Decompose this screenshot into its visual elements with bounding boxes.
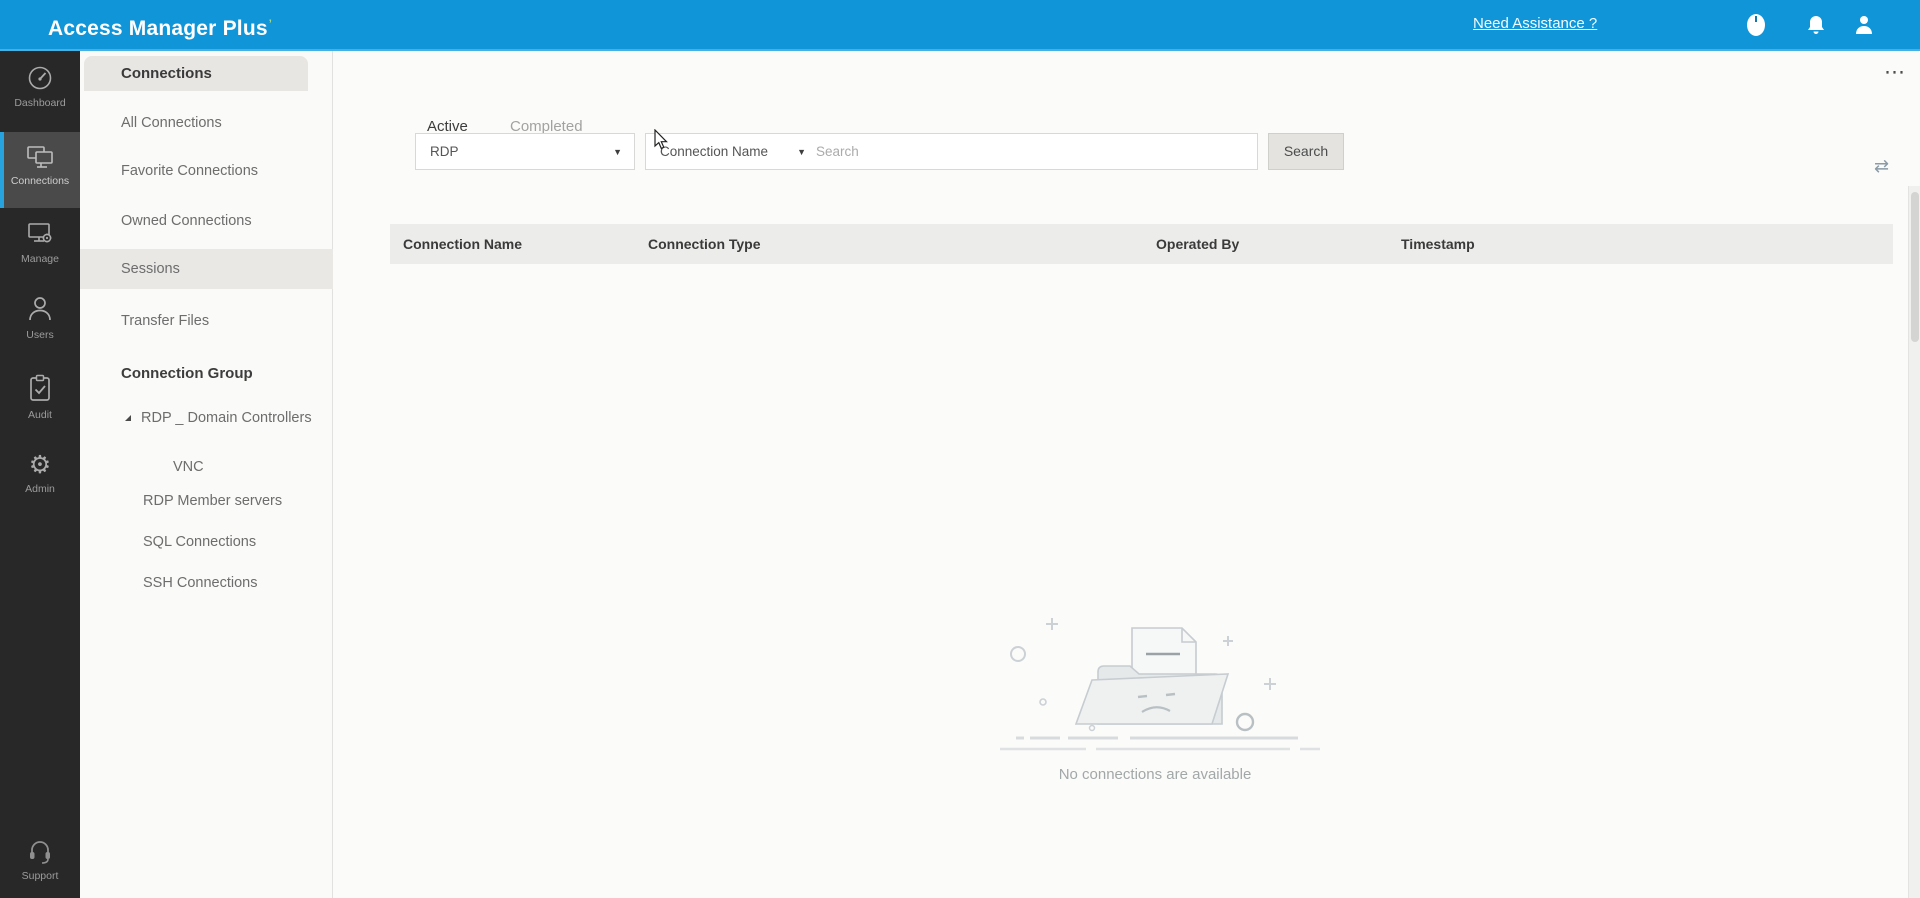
sidebar-item-owned-connections[interactable]: Owned Connections <box>80 201 333 241</box>
tree-expanded-icon <box>125 415 131 421</box>
empty-folder-illustration <box>1000 618 1320 751</box>
monitor-gear-icon <box>28 223 52 243</box>
tree-item-label: SQL Connections <box>143 534 257 550</box>
sidebar-item-label: Audit <box>28 409 52 421</box>
sidebar-tab-connections[interactable]: Connections <box>84 56 308 91</box>
protocol-select-value: RDP <box>430 144 459 159</box>
gear-icon: ⚙ <box>28 451 52 479</box>
search-input[interactable] <box>816 135 1257 168</box>
bell-icon <box>1808 16 1824 34</box>
mouse-icon <box>1747 14 1765 36</box>
gauge-icon <box>28 66 52 90</box>
clipboard-check-icon <box>30 374 50 401</box>
user-icon[interactable] <box>1850 10 1878 40</box>
tree-item-rdp-member-servers[interactable]: RDP Member servers <box>80 482 333 520</box>
sidebar-item-audit[interactable]: Audit <box>0 368 80 432</box>
sidebar-item-sessions[interactable]: Sessions <box>80 249 333 289</box>
refresh-icon[interactable]: ⇄ <box>1874 156 1889 177</box>
sidebar-item-label: Support <box>21 870 59 882</box>
search-column-value: Connection Name <box>660 144 769 159</box>
search-column-select[interactable]: Connection Name ▼ <box>646 144 816 159</box>
sidebar-item-label: Admin <box>25 483 55 495</box>
logo-mark-icon: ’ <box>268 18 273 30</box>
empty-state-message: No connections are available <box>1058 766 1252 783</box>
sidebar-item-favorite-connections[interactable]: Favorite Connections <box>80 151 333 191</box>
sidebar-item-transfer-files[interactable]: Transfer Files <box>80 301 333 341</box>
sidebar-item-users[interactable]: Users <box>0 288 80 352</box>
search-button[interactable]: Search <box>1268 133 1344 170</box>
tree-item-ssh-connections[interactable]: SSH Connections <box>80 564 333 602</box>
sidebar-item-manage[interactable]: Manage <box>0 214 80 278</box>
sidebar-item-label: Users <box>26 329 54 341</box>
sessions-table-header: Connection Name Connection Type Operated… <box>390 224 1893 264</box>
tree-item-label: VNC <box>173 459 204 475</box>
user-icon <box>1856 16 1872 34</box>
mouse-icon[interactable] <box>1742 10 1770 40</box>
tree-item-label: RDP _ Domain Controllers <box>141 410 312 426</box>
tree-item-rdp-domain-controllers[interactable]: RDP _ Domain Controllers <box>80 399 333 437</box>
column-header-timestamp: Timestamp <box>1401 236 1475 252</box>
sidebar-item-support[interactable]: Support <box>0 831 80 895</box>
sidebar-item-label: Connections <box>10 175 70 187</box>
tree-item-label: RDP Member servers <box>143 493 283 509</box>
column-header-connection-type: Connection Type <box>648 236 761 252</box>
tree-item-sql-connections[interactable]: SQL Connections <box>80 523 333 561</box>
user-outline-icon <box>29 297 51 321</box>
chevron-down-icon: ▼ <box>797 146 806 157</box>
protocol-select[interactable]: RDP ▼ <box>415 133 635 170</box>
search-bar: Connection Name ▼ <box>645 133 1258 170</box>
sidebar-item-connections[interactable]: Connections <box>0 132 80 208</box>
top-bar: Access Manager Plus’ Need Assistance ? <box>0 0 1920 51</box>
sidebar-item-all-connections[interactable]: All Connections <box>80 103 333 143</box>
vertical-scrollbar[interactable] <box>1908 186 1920 898</box>
sidebar-item-label: Dashboard <box>14 97 66 109</box>
monitors-icon <box>27 146 53 168</box>
sidebar-item-admin[interactable]: ⚙ Admin <box>0 446 80 510</box>
app-title: Access Manager Plus’ <box>48 17 273 40</box>
access-manager-plus-window: Access Manager Plus’ Need Assistance ? D… <box>0 0 1920 898</box>
headset-icon <box>30 841 50 864</box>
sidebar-item-dashboard[interactable]: Dashboard <box>0 58 80 122</box>
tree-item-label: SSH Connections <box>143 575 258 591</box>
more-menu-button[interactable]: ⋯ <box>1884 60 1906 85</box>
column-header-operated-by: Operated By <box>1156 236 1240 252</box>
tree-item-vnc[interactable]: VNC <box>80 448 333 486</box>
chevron-down-icon: ▼ <box>613 146 622 157</box>
bell-icon[interactable] <box>1802 10 1830 40</box>
primary-sidebar: Dashboard Connections Manage Users Audit… <box>0 51 80 898</box>
column-header-connection-name: Connection Name <box>403 236 523 252</box>
connection-group-header: Connection Group <box>121 365 253 382</box>
scrollbar-thumb[interactable] <box>1911 192 1919 342</box>
sidebar-item-label: Manage <box>21 253 59 265</box>
need-assistance-link[interactable]: Need Assistance ? <box>1473 15 1597 32</box>
connections-sidebar: Connections All Connections Favorite Con… <box>80 51 333 898</box>
